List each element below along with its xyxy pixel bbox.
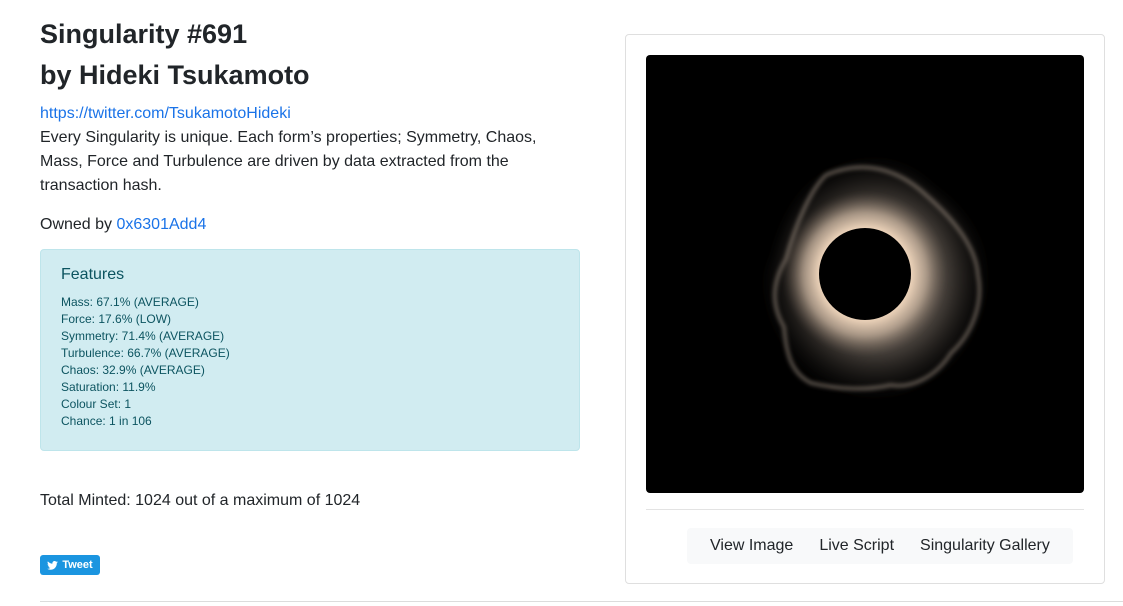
artist-byline: by Hideki Tsukamoto — [40, 60, 310, 90]
singularity-gallery-button[interactable]: Singularity Gallery — [909, 537, 1061, 555]
features-heading: Features — [61, 266, 125, 283]
owner-line: Owned by 0x6301Add4 — [40, 213, 585, 237]
feature-chance: Chance: 1 in 106 — [61, 414, 152, 428]
tweet-label: Tweet — [62, 559, 93, 571]
tweet-button[interactable]: Tweet — [40, 555, 100, 575]
feature-turbulence: Turbulence: 66.7% (AVERAGE) — [61, 346, 230, 360]
page: Singularity #691 by Hideki Tsukamoto htt… — [0, 0, 1123, 606]
feature-symmetry: Symmetry: 71.4% (AVERAGE) — [61, 329, 225, 343]
view-image-button[interactable]: View Image — [699, 537, 804, 555]
bottom-divider — [40, 601, 1123, 602]
total-minted: Total Minted: 1024 out of a maximum of 1… — [40, 492, 361, 509]
feature-force: Force: 17.6% (LOW) — [61, 312, 172, 326]
page-title: Singularity #691 — [40, 19, 248, 49]
live-script-button[interactable]: Live Script — [808, 537, 905, 555]
owner-label: Owned by — [40, 216, 117, 233]
card-divider — [646, 509, 1084, 510]
artwork-image[interactable] — [646, 55, 1084, 493]
feature-saturation: Saturation: 11.9% — [61, 380, 156, 394]
singularity-artwork — [762, 157, 989, 399]
artwork-actions: View Image Live Script Singularity Galle… — [687, 528, 1073, 564]
features-list: Mass: 67.1% (AVERAGE) Force: 17.6% (LOW)… — [61, 294, 230, 430]
feature-colour-set: Colour Set: 1 — [61, 397, 132, 411]
artwork-card: View Image Live Script Singularity Galle… — [625, 34, 1105, 584]
twitter-link[interactable]: https://twitter.com/TsukamotoHideki — [40, 102, 585, 126]
description: Every Singularity is unique. Each form’s… — [40, 129, 537, 194]
features-panel: Features Mass: 67.1% (AVERAGE) Force: 17… — [40, 249, 580, 451]
token-info: Singularity #691 by Hideki Tsukamoto htt… — [40, 14, 585, 575]
feature-mass: Mass: 67.1% (AVERAGE) — [61, 295, 199, 309]
owner-address-link[interactable]: 0x6301Add4 — [116, 216, 206, 233]
twitter-bird-icon — [47, 560, 59, 570]
feature-chaos: Chaos: 32.9% (AVERAGE) — [61, 363, 205, 377]
